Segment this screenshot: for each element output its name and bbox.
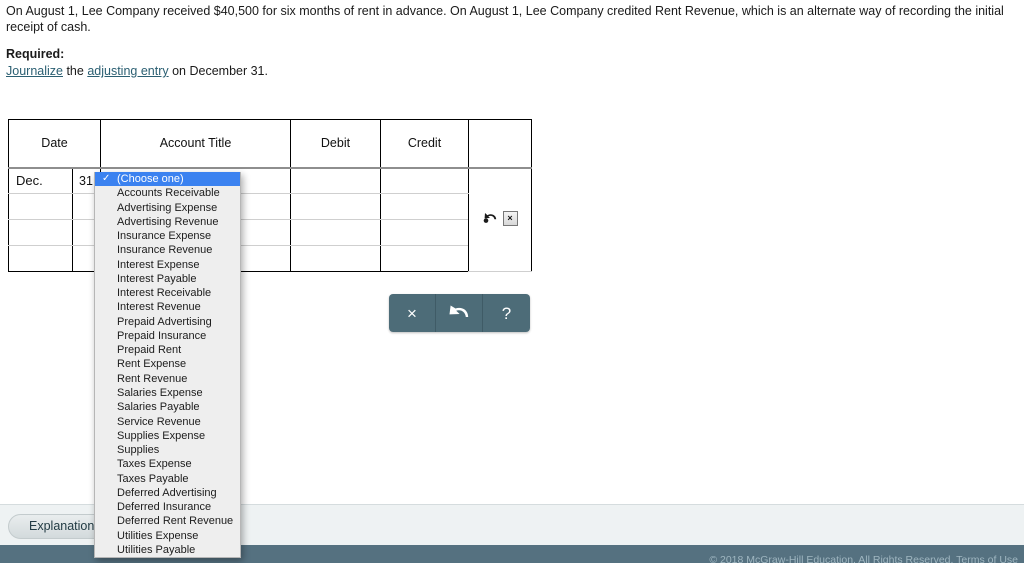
dropdown-option[interactable]: Accounts Receivable [95,186,240,200]
required-instruction: Journalize the adjusting entry on Decemb… [6,63,268,79]
help-button[interactable]: ? [483,294,530,332]
clear-icon: × [407,303,417,323]
dropdown-option[interactable]: Rent Revenue [95,372,240,386]
required-label: Required: [6,47,65,61]
dropdown-option[interactable]: Supplies Expense [95,429,240,443]
table-row [8,193,532,220]
cell-credit[interactable] [380,167,469,194]
column-header-credit: Credit [380,119,469,169]
dropdown-option[interactable]: Rent Expense [95,357,240,371]
dropdown-option[interactable]: Interest Receivable [95,286,240,300]
required-tail-text: on December 31. [168,64,268,78]
dropdown-option[interactable]: Service Revenue [95,415,240,429]
cell-debit[interactable] [290,167,381,194]
required-block: Required: Journalize the adjusting entry… [6,46,268,79]
cell-debit[interactable] [290,193,381,220]
dropdown-option[interactable]: Advertising Revenue [95,215,240,229]
cell-credit[interactable] [380,193,469,220]
dropdown-option[interactable]: Taxes Payable [95,472,240,486]
cell-credit[interactable] [380,245,469,272]
dropdown-option[interactable]: Utilities Expense [95,529,240,543]
journal-entry-table: Date Account Title Debit Credit Dec. 31 [8,119,532,272]
clear-entry-button[interactable]: × [389,294,436,332]
dropdown-option[interactable]: Deferred Advertising [95,486,240,500]
delete-row-button[interactable]: × [502,211,518,227]
copyright-text: © 2018 McGraw-Hill Education. All Rights… [709,554,1018,563]
cell-debit[interactable] [290,219,381,246]
cell-date-month[interactable] [8,245,73,272]
dropdown-option[interactable]: Prepaid Rent [95,343,240,357]
dropdown-option[interactable]: Interest Expense [95,258,240,272]
dropdown-option[interactable]: Prepaid Advertising [95,315,240,329]
journalize-link[interactable]: Journalize [6,64,63,78]
dropdown-option-list: (Choose one)Accounts ReceivableAdvertisi… [95,172,240,557]
table-row: Dec. 31 × [8,167,532,272]
adjusting-entry-link[interactable]: adjusting entry [87,64,168,78]
dropdown-option[interactable]: Supplies [95,443,240,457]
row-action-icons: × [483,211,518,227]
entry-toolbar: × ? [389,294,530,332]
account-title-dropdown[interactable]: (Choose one)Accounts ReceivableAdvertisi… [94,172,241,559]
cell-date-month[interactable] [8,219,73,246]
dropdown-option[interactable]: Insurance Revenue [95,243,240,257]
dropdown-option[interactable]: Interest Revenue [95,300,240,314]
undo-button[interactable] [436,294,483,332]
cell-date-month[interactable] [8,193,73,220]
cell-row-actions: × [468,167,532,272]
dropdown-option[interactable]: Taxes Expense [95,457,240,471]
dropdown-option[interactable]: Deferred Rent Revenue [95,514,240,528]
dropdown-option[interactable]: (Choose one) [95,172,240,187]
undo-arrow-icon[interactable] [483,212,498,225]
dropdown-option[interactable]: Salaries Expense [95,386,240,400]
dropdown-option[interactable]: Interest Payable [95,272,240,286]
exercise-page: On August 1, Lee Company received $40,50… [0,0,1024,563]
column-header-date: Date [8,119,101,169]
problem-statement: On August 1, Lee Company received $40,50… [6,4,1004,34]
required-mid-text: the [62,64,88,78]
dropdown-option[interactable]: Utilities Payable [95,543,240,557]
table-row [8,245,532,272]
column-header-account-title: Account Title [100,119,291,169]
table-row [8,219,532,246]
table-header-row: Date Account Title Debit Credit [8,119,532,169]
column-header-actions [468,119,532,169]
cell-debit[interactable] [290,245,381,272]
dropdown-option[interactable]: Salaries Payable [95,400,240,414]
dropdown-option[interactable]: Prepaid Insurance [95,329,240,343]
undo-arrow-icon [448,305,470,321]
help-icon: ? [501,303,512,323]
cell-date-month[interactable]: Dec. [8,167,73,194]
dropdown-option[interactable]: Deferred Insurance [95,500,240,514]
column-header-debit: Debit [290,119,381,169]
dropdown-option[interactable]: Insurance Expense [95,229,240,243]
table-header: Date Account Title Debit Credit [8,119,532,169]
cell-credit[interactable] [380,219,469,246]
dropdown-option[interactable]: Advertising Expense [95,201,240,215]
table-body: Dec. 31 × [8,167,532,272]
